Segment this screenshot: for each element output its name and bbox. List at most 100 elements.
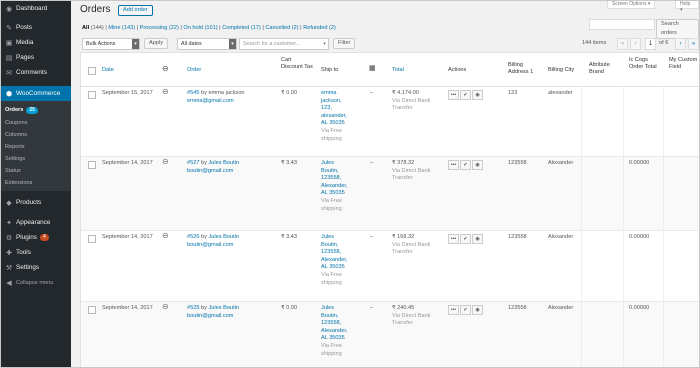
settings-icon: ⚒ [5, 264, 13, 272]
collapse-menu-button[interactable]: ◀ Collapse menu [1, 275, 71, 290]
ship-to-link[interactable]: Jules Boutin, 123558, Alexander, AL 35035 [321, 305, 347, 341]
order-total: ₹ 378.32 Via Direct Bank Transfer [392, 160, 431, 182]
sidebar-item-tools[interactable]: ✚ Tools [1, 245, 71, 260]
current-page-input[interactable]: 1 [645, 38, 656, 50]
view-icon[interactable]: ◉ [472, 90, 483, 100]
billing-address-1: 123 [508, 90, 518, 96]
status-cancelled[interactable]: Cancelled (2) [265, 25, 298, 31]
prev-page-button[interactable]: ‹ [630, 38, 641, 50]
select-all-checkbox[interactable] [88, 67, 96, 75]
first-page-button[interactable]: « [617, 38, 628, 50]
customer-search-select[interactable]: Search for a customer... ▾ [239, 38, 329, 50]
sidebar-item-plugins[interactable]: ⚙ Plugins 4 [1, 230, 71, 245]
table-row[interactable]: September 14, 2017 ⊖ #526 by Jules Bouti… [81, 231, 699, 302]
check-icon[interactable]: ✔ [460, 234, 471, 244]
status-refunded[interactable]: Refunded (2) [303, 25, 336, 31]
row-checkbox[interactable] [88, 91, 96, 99]
ship-to-address: Jules Boutin, 123558, Alexander, AL 35035 Via… [321, 234, 361, 287]
order-link[interactable]: #545 [187, 90, 199, 96]
add-order-button[interactable]: Add order [118, 5, 153, 16]
order-link[interactable]: #525 [187, 305, 199, 311]
customer-email-link[interactable]: boutin@gmail.com [187, 313, 233, 319]
sidebar-item-dashboard[interactable]: ◉ Dashboard [1, 1, 71, 16]
sidebar-item-settings[interactable]: ⚒ Settings [1, 260, 71, 275]
submenu-reports[interactable]: Reports [1, 141, 71, 153]
column-total[interactable]: Total [392, 67, 404, 74]
submenu-coupons[interactable]: Coupons [1, 117, 71, 129]
sidebar-item-label: Collapse menu [16, 279, 54, 286]
ship-to-link[interactable]: Jules Boutin, 123558, Alexander, AL 35035 [321, 160, 347, 196]
submenu-extensions[interactable]: Extensions [1, 177, 71, 189]
billing-address-1: 123558 [508, 305, 527, 311]
status-mine[interactable]: Mine (143) [108, 25, 135, 31]
order-info: #526 by Jules Boutin boutin@gmail.com [187, 234, 239, 248]
status-on-hold[interactable]: On hold (101) [183, 25, 217, 31]
sidebar-item-products[interactable]: ◆ Products [1, 195, 71, 210]
submenu-orders[interactable]: Orders 25 [1, 103, 71, 117]
customer-email-link[interactable]: boutin@gmail.com [187, 242, 233, 248]
customer-name-link[interactable]: Jules Boutin [209, 234, 239, 240]
view-icon[interactable]: ◉ [472, 160, 483, 170]
ship-to-address: Jules Boutin, 123558, Alexander, AL 35035 Via… [321, 305, 361, 358]
sidebar-item-posts[interactable]: ✎ Posts [1, 20, 71, 35]
orders-table: Date ⊖ Order Cart Discount Tax Ship to ▦… [80, 52, 699, 367]
pages-icon: ▤ [5, 54, 13, 62]
order-link[interactable]: #527 [187, 160, 199, 166]
bulk-actions-select[interactable]: Bulk Actions ▾ [82, 38, 140, 50]
status-all[interactable]: All (144) [82, 25, 104, 31]
sidebar-item-media[interactable]: ▣ Media [1, 35, 71, 50]
submenu-settings[interactable]: Settings [1, 153, 71, 165]
status-processing[interactable]: Processing (22) [140, 25, 179, 31]
table-row[interactable]: September 15, 2017 ⊖ #545 by emma jackso… [81, 87, 699, 157]
search-orders-input[interactable] [589, 19, 655, 30]
row-checkbox[interactable] [88, 306, 96, 314]
help-button[interactable]: Help ▾ [675, 1, 699, 13]
sidebar-item-comments[interactable]: ✉ Comments [1, 65, 71, 80]
customer-email-link[interactable]: boutin@gmail.com [187, 168, 233, 174]
filter-button[interactable]: Filter [333, 38, 356, 49]
sidebar-item-label: Products [16, 199, 42, 206]
column-date[interactable]: Date [102, 67, 114, 74]
ship-to-link[interactable]: emma jackson, 123, alexander, AL 35035 [321, 90, 347, 126]
customer-email-link[interactable]: emma@gmail.com [187, 98, 234, 104]
ship-to-link[interactable]: Jules Boutin, 123558, Alexander, AL 35035 [321, 234, 347, 270]
submenu-status[interactable]: Status [1, 165, 71, 177]
customer-name-link[interactable]: Jules Boutin [209, 305, 239, 311]
comment-icon: ✉ [6, 69, 12, 77]
submenu-columns[interactable]: Columns [1, 129, 71, 141]
more-icon[interactable]: ••• [448, 234, 459, 244]
table-row[interactable]: September 14, 2017 ⊖ #525 by Jules Bouti… [81, 302, 699, 367]
check-icon[interactable]: ✔ [460, 90, 471, 100]
apply-button[interactable]: Apply [144, 38, 168, 49]
chevron-down-icon: ▾ [229, 39, 236, 49]
sidebar-item-pages[interactable]: ▤ Pages [1, 50, 71, 65]
next-page-button[interactable]: › [675, 38, 686, 50]
column-order[interactable]: Order [187, 67, 201, 74]
more-icon[interactable]: ••• [448, 90, 459, 100]
view-icon[interactable]: ◉ [472, 305, 483, 315]
row-checkbox[interactable] [88, 161, 96, 169]
row-checkbox[interactable] [88, 235, 96, 243]
more-icon[interactable]: ••• [448, 305, 459, 315]
ship-to-address: emma jackson, 123, alexander, AL 35035 Via Fr… [321, 90, 361, 143]
billing-city: Alexander [548, 305, 574, 311]
check-icon[interactable]: ✔ [460, 160, 471, 170]
screen-options-button[interactable]: Screen Options ▾ [607, 1, 656, 9]
sidebar-item-woocommerce[interactable]: ⬢ WooCommerce [1, 86, 71, 101]
table-row[interactable]: September 14, 2017 ⊖ #527 by Jules Bouti… [81, 157, 699, 231]
column-actions: Actions [448, 67, 467, 73]
sidebar-item-appearance[interactable]: ✦ Appearance [1, 215, 71, 230]
status-completed[interactable]: Completed (17) [222, 25, 261, 31]
sidebar-item-label: Posts [16, 24, 32, 31]
search-orders-button[interactable]: Search orders [656, 19, 699, 39]
view-icon[interactable]: ◉ [472, 234, 483, 244]
customer-name-link[interactable]: Jules Boutin [209, 160, 239, 166]
check-icon[interactable]: ✔ [460, 305, 471, 315]
billing-city: Alexander [548, 234, 574, 240]
date-filter-select[interactable]: All dates ▾ [177, 38, 237, 50]
status-icon: ⊖ [162, 87, 169, 96]
order-link[interactable]: #526 [187, 234, 199, 240]
sidebar-item-label: Media [16, 39, 34, 46]
more-icon[interactable]: ••• [448, 160, 459, 170]
last-page-button[interactable]: » [688, 38, 699, 50]
